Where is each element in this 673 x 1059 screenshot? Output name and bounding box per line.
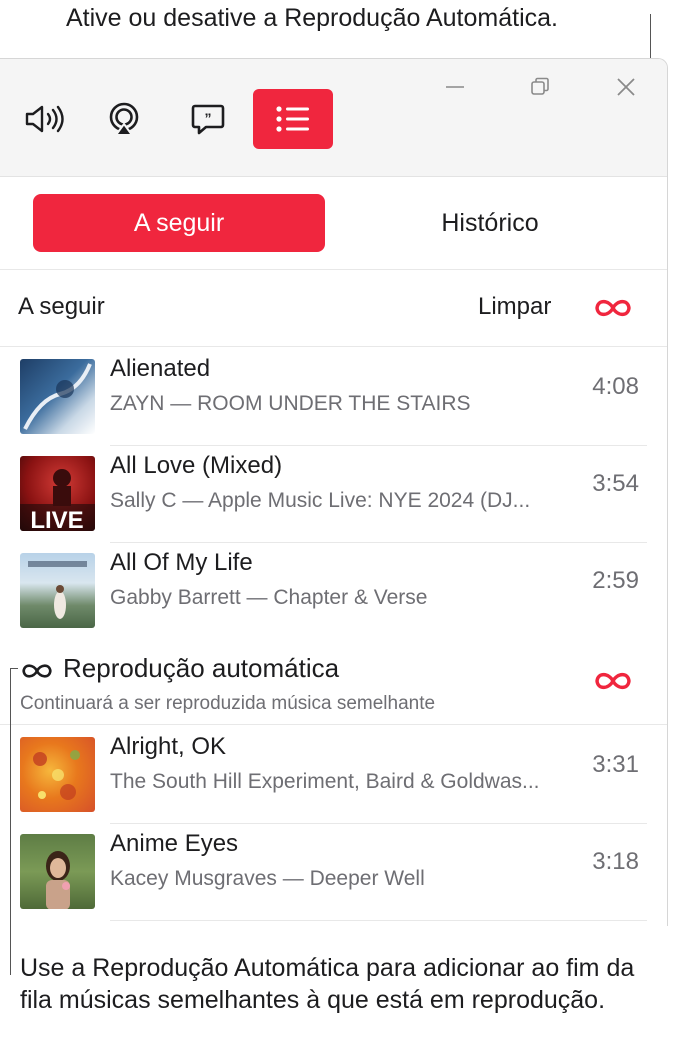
list-item[interactable]: Anime Eyes Kacey Musgraves — Deeper Well… [0, 824, 667, 921]
volume-button[interactable] [14, 91, 74, 147]
list-item[interactable]: LIVE All Love (Mixed) Sally C — Apple Mu… [0, 446, 667, 543]
lyrics-button[interactable]: ” [178, 91, 238, 147]
track-title: Alright, OK [110, 733, 227, 760]
svg-text:”: ” [205, 110, 212, 126]
leader-line-bottom-vertical [10, 668, 11, 975]
queue-title: A seguir [18, 293, 105, 320]
autoplay-subtitle: Continuará a ser reproduzida música seme… [20, 693, 436, 714]
autoplay-toggle-icon[interactable] [593, 669, 633, 693]
list-item[interactable]: All Of My Life Gabby Barrett — Chapter &… [0, 543, 667, 640]
track-subtitle: Gabby Barrett — Chapter & Verse [110, 586, 428, 609]
tab-up-next[interactable]: A seguir [33, 194, 325, 252]
track-duration: 3:31 [592, 751, 639, 778]
album-art [20, 737, 95, 812]
leader-line-bottom-horizontal [10, 668, 18, 669]
minimize-button[interactable] [441, 73, 469, 101]
album-art: LIVE [20, 456, 95, 531]
toolbar: ” [0, 59, 667, 177]
track-subtitle: Sally C — Apple Music Live: NYE 2024 (DJ… [110, 489, 531, 512]
close-icon [617, 78, 635, 96]
segmented-control: A seguir Histórico [0, 178, 667, 270]
track-title: Anime Eyes [110, 830, 239, 857]
airplay-button[interactable] [94, 91, 154, 147]
close-button[interactable] [612, 73, 640, 101]
airplay-icon [109, 102, 139, 136]
restore-icon [531, 77, 549, 95]
track-duration: 3:18 [592, 848, 639, 875]
track-title: All Of My Life [110, 549, 253, 576]
autoplay-section-header: Reprodução automática Continuará a ser r… [0, 639, 667, 725]
restore-button[interactable] [526, 73, 554, 101]
queue-window: ” A seguir Histórico A seguir Limpar Ali… [0, 58, 668, 926]
lyrics-icon: ” [191, 104, 225, 135]
playing-next-button[interactable] [253, 89, 333, 149]
infinity-icon [22, 664, 52, 678]
track-duration: 2:59 [592, 567, 639, 594]
track-duration: 4:08 [592, 373, 639, 400]
speaker-volume-icon [25, 105, 64, 133]
autoplay-title: Reprodução automática [63, 653, 340, 683]
track-title: All Love (Mixed) [110, 452, 283, 479]
track-subtitle: Kacey Musgraves — Deeper Well [110, 867, 425, 890]
minimize-icon [446, 86, 464, 88]
track-duration: 3:54 [592, 470, 639, 497]
svg-text:LIVE: LIVE [30, 507, 83, 531]
album-art [20, 834, 95, 909]
playing-next-icon [276, 106, 309, 132]
list-item[interactable]: Alright, OK The South Hill Experiment, B… [0, 727, 667, 824]
callout-autoplay-description: Use a Reprodução Automática para adicion… [20, 954, 635, 1014]
clear-button[interactable]: Limpar [478, 293, 551, 321]
divider [110, 920, 647, 921]
list-item[interactable]: Alienated ZAYN — ROOM UNDER THE STAIRS 4… [0, 349, 667, 446]
track-subtitle: The South Hill Experiment, Baird & Goldw… [110, 770, 540, 793]
tab-history[interactable]: Histórico [344, 194, 636, 252]
track-title: Alienated [110, 355, 211, 382]
album-art [20, 553, 95, 628]
track-subtitle: ZAYN — ROOM UNDER THE STAIRS [110, 392, 471, 415]
autoplay-toggle-icon[interactable] [593, 296, 633, 320]
callout-autoplay-toggle: Ative ou desative a Reprodução Automátic… [66, 4, 558, 32]
queue-header: A seguir Limpar [0, 271, 667, 347]
album-art [20, 359, 95, 434]
